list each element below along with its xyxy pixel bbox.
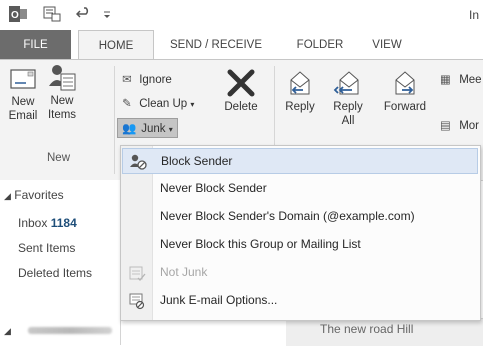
chevron-down-icon: ▾ [168, 125, 173, 134]
inbox-label: Inbox [18, 216, 48, 230]
menu-item-label: Never Block this Group or Mailing List [160, 237, 361, 251]
reply-all-button[interactable]: Reply All [328, 68, 368, 128]
new-email-icon [10, 69, 36, 89]
tab-home[interactable]: HOME [78, 30, 154, 60]
reply-button[interactable]: Reply [282, 68, 318, 114]
window-title: In [469, 8, 480, 22]
menu-item-not-junk: Not Junk [122, 260, 478, 286]
group-separator [114, 66, 115, 174]
more-icon: ▤ [440, 120, 451, 132]
folder-inbox[interactable]: Inbox 1184 [18, 216, 77, 230]
meeting-button[interactable]: ▦ Mee [440, 72, 482, 86]
collapse-icon: ◢ [4, 191, 11, 201]
title-bar: O In [0, 0, 483, 30]
clean-up-label: Clean Up [139, 98, 188, 110]
tab-file[interactable]: FILE [0, 30, 71, 60]
reply-icon [290, 71, 310, 95]
new-items-button[interactable]: New Items [42, 62, 82, 122]
delete-button[interactable]: Delete [218, 68, 264, 114]
ignore-label: Ignore [139, 74, 172, 86]
ribbon-tabs: FILE HOME SEND / RECEIVE FOLDER VIEW [0, 30, 483, 60]
new-items-label: New Items [47, 95, 77, 121]
folder-sent-items[interactable]: Sent Items [18, 241, 75, 255]
tab-send-receive[interactable]: SEND / RECEIVE [160, 30, 272, 60]
meeting-label: Mee [459, 74, 482, 86]
menu-item-label: Block Sender [161, 154, 233, 168]
menu-item-block-sender[interactable]: Block Sender [122, 148, 478, 174]
more-respond-button[interactable]: ▤ Mor [440, 118, 479, 132]
undo-icon[interactable] [76, 6, 92, 22]
junk-icon: 👥 [122, 123, 137, 135]
junk-button[interactable]: 👥 Junk ▾ [117, 118, 178, 138]
clean-up-button[interactable]: ✎ Clean Up ▾ [122, 96, 194, 110]
reply-all-label: Reply All [333, 101, 363, 127]
junk-options-icon [129, 293, 145, 310]
folder-deleted-items[interactable]: Deleted Items [18, 266, 92, 280]
delete-icon [227, 69, 255, 97]
account-name-redacted [28, 327, 112, 334]
new-group-label: New [47, 152, 71, 164]
menu-item-label: Not Junk [160, 265, 208, 279]
reply-all-icon [333, 71, 359, 95]
svg-text:O: O [11, 10, 19, 21]
inbox-count: 1184 [50, 216, 77, 230]
clean-up-icon: ✎ [122, 98, 132, 110]
new-email-button[interactable]: New Email [4, 68, 42, 123]
forward-label: Forward [383, 101, 427, 113]
new-email-label: New Email [8, 96, 38, 122]
customize-toolbar-icon[interactable] [102, 6, 112, 22]
folder-pane: ◢ Favorites Inbox 1184 Sent Items Delete… [0, 180, 121, 345]
ignore-button[interactable]: ✉ Ignore [122, 72, 172, 86]
menu-item-label: Never Block Sender's Domain (@example.co… [160, 209, 415, 223]
reply-label: Reply [285, 101, 315, 113]
send-receive-all-icon[interactable] [43, 6, 61, 22]
junk-label: Junk [141, 123, 166, 135]
meeting-icon: ▦ [440, 74, 451, 86]
menu-item-label: Junk E-mail Options... [160, 293, 278, 307]
ignore-icon: ✉ [122, 74, 132, 86]
menu-item-never-block-group[interactable]: Never Block this Group or Mailing List [122, 232, 478, 258]
more-label: Mor [459, 120, 480, 132]
block-sender-icon [130, 154, 147, 170]
chevron-down-icon: ▾ [190, 100, 195, 109]
forward-button[interactable]: Forward [380, 68, 430, 114]
delete-label: Delete [224, 101, 258, 113]
outlook-logo-icon: O [9, 6, 27, 22]
menu-item-junk-options[interactable]: Junk E-mail Options... [122, 288, 478, 314]
tab-view[interactable]: VIEW [362, 30, 412, 60]
menu-item-never-block-sender[interactable]: Never Block Sender [122, 176, 478, 202]
menu-item-label: Never Block Sender [160, 181, 267, 195]
message-subject: The new road Hill [320, 322, 414, 336]
account-collapse-icon[interactable]: ◢ [4, 326, 11, 337]
new-items-icon [49, 65, 76, 91]
favorites-label: Favorites [14, 188, 64, 202]
tab-folder[interactable]: FOLDER [288, 30, 352, 60]
message-preview[interactable]: The new road Hill [286, 318, 483, 346]
menu-item-never-block-domain[interactable]: Never Block Sender's Domain (@example.co… [122, 204, 478, 230]
favorites-header[interactable]: ◢ Favorites [4, 188, 64, 202]
junk-menu: Block Sender Never Block Sender Never Bl… [120, 145, 481, 321]
not-junk-icon [129, 266, 146, 281]
forward-icon [395, 71, 415, 95]
